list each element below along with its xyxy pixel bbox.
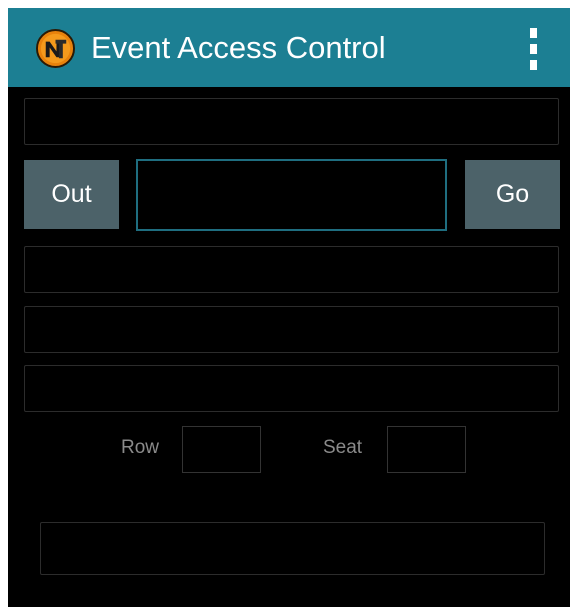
status-field [40, 522, 545, 575]
seat-field[interactable] [387, 426, 466, 473]
top-field[interactable] [24, 98, 559, 145]
menu-dot [529, 60, 537, 70]
seat-label: Seat [323, 437, 363, 458]
action-bar: Event Access Control [8, 8, 570, 87]
row-label: Row [121, 437, 160, 458]
scan-input[interactable] [136, 159, 447, 231]
out-button[interactable]: Out [24, 160, 119, 229]
overflow-menu-icon[interactable] [518, 26, 548, 72]
app-screen: Event Access Control Out Go Row Seat [8, 8, 570, 607]
info-field-1 [24, 246, 559, 293]
app-title: Event Access Control [91, 30, 386, 65]
row-field[interactable] [182, 426, 261, 473]
info-field-2 [24, 306, 559, 353]
menu-dot [529, 44, 537, 54]
go-button[interactable]: Go [465, 160, 560, 229]
menu-dot [529, 28, 537, 38]
nt-logo-icon [36, 29, 75, 68]
info-field-3 [24, 365, 559, 412]
